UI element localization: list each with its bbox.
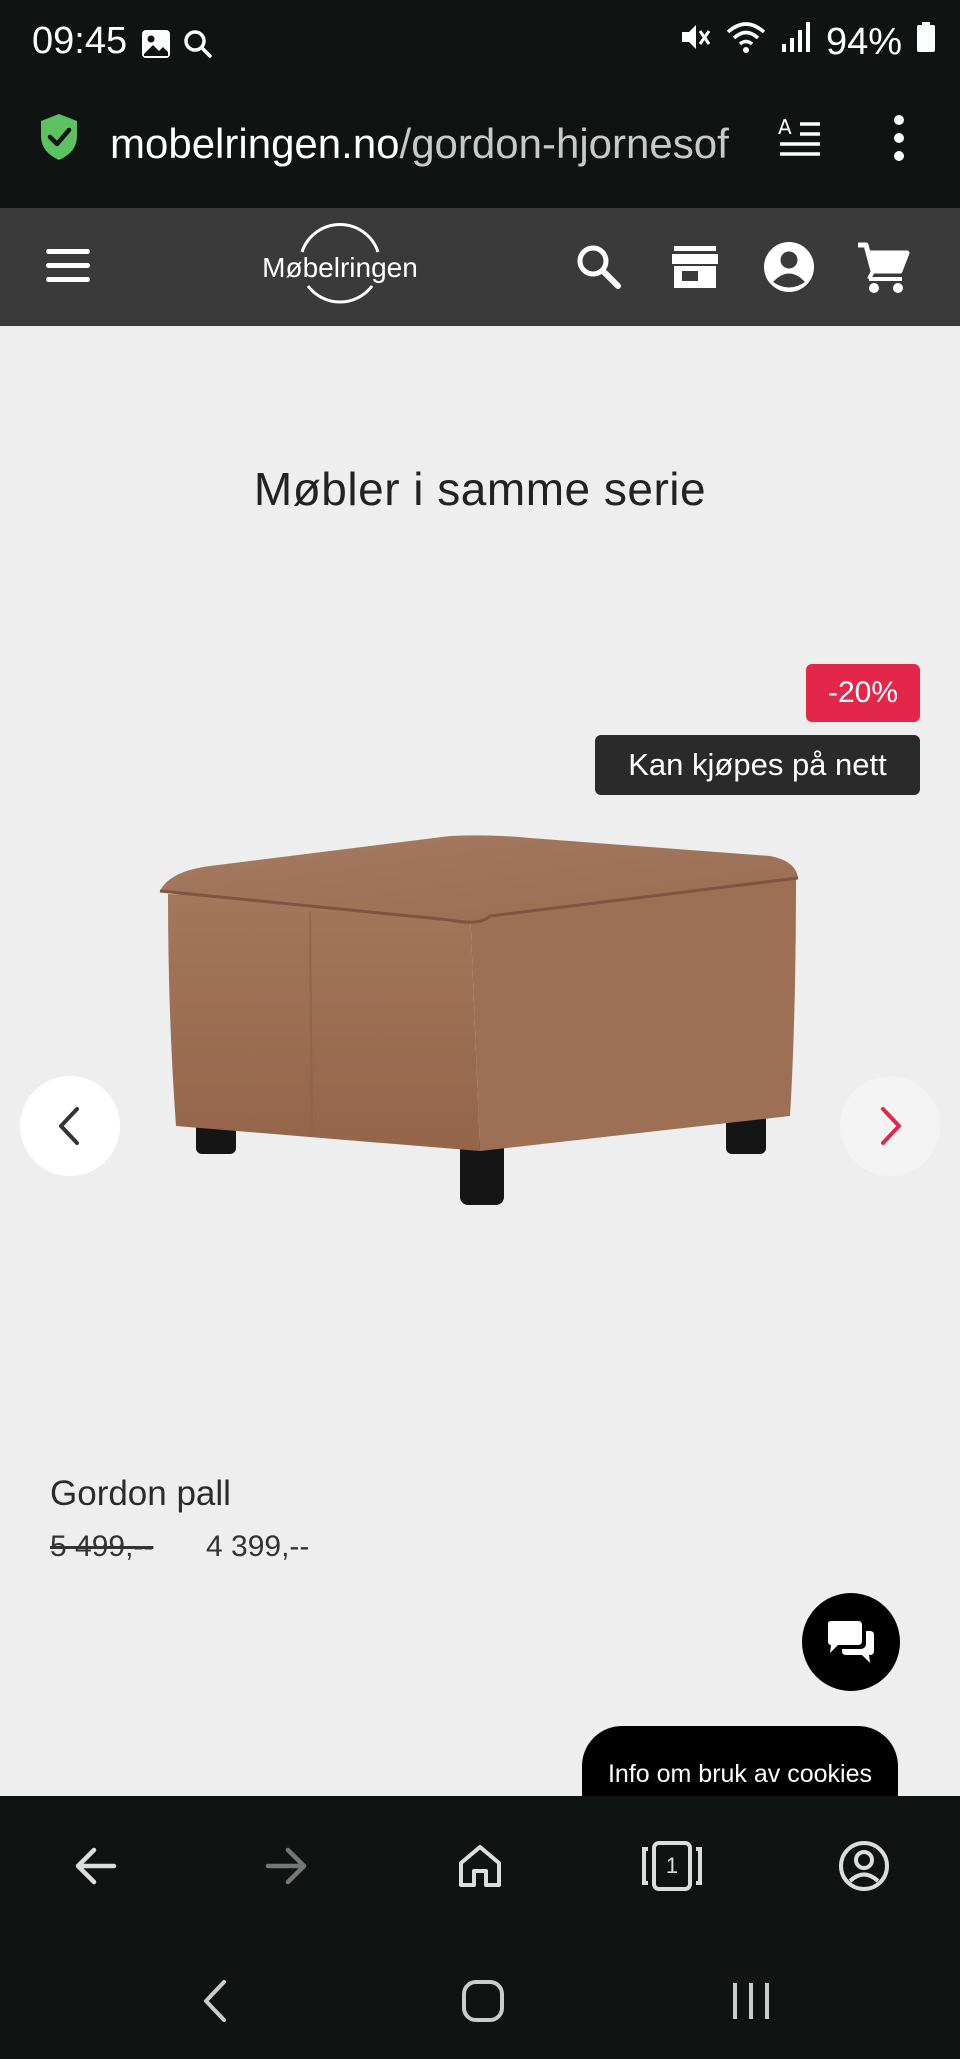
forward-arrow-icon[interactable] xyxy=(232,1816,342,1916)
screen: 09:45 94% mobelringen.no/gordon-hjorneso… xyxy=(0,0,960,2059)
url-path: /gordon-hjornesof xyxy=(399,120,729,167)
carousel-next-button[interactable] xyxy=(840,1076,940,1176)
profile-icon[interactable] xyxy=(809,1816,919,1916)
search-icon xyxy=(182,28,214,65)
product-image[interactable] xyxy=(150,816,810,1586)
wifi-icon xyxy=(726,20,766,64)
status-time: 09:45 xyxy=(32,20,128,62)
store-icon[interactable] xyxy=(670,244,720,295)
nav-home-icon[interactable] xyxy=(428,1966,538,2036)
chat-button[interactable] xyxy=(802,1593,900,1691)
gallery-icon xyxy=(140,28,172,65)
reader-mode-icon[interactable]: A xyxy=(776,114,824,167)
browser-url-bar: mobelringen.no/gordon-hjornesof A xyxy=(0,88,960,208)
tabs-icon[interactable]: 1 xyxy=(617,1816,727,1916)
site-search-icon[interactable] xyxy=(574,242,622,295)
url-host: mobelringen.no xyxy=(110,120,400,167)
browser-toolbar: 1 xyxy=(0,1796,960,1946)
mute-icon xyxy=(678,20,712,64)
svg-text:A: A xyxy=(778,115,792,139)
tab-count: 1 xyxy=(665,1853,679,1878)
old-price: 5 499,-- xyxy=(50,1530,154,1563)
back-arrow-icon[interactable] xyxy=(40,1816,150,1916)
chat-icon xyxy=(828,1621,874,1663)
battery-level: 94% xyxy=(825,20,902,63)
site-logo[interactable]: Møbelringen xyxy=(250,222,430,312)
secure-shield-icon[interactable] xyxy=(38,112,80,167)
menu-icon[interactable] xyxy=(44,246,92,291)
status-bar: 09:45 94% xyxy=(0,0,960,88)
site-header: Møbelringen xyxy=(0,208,960,326)
new-price: 4 399,-- xyxy=(206,1530,310,1563)
discount-badge: -20% xyxy=(806,664,920,722)
nav-recents-icon[interactable] xyxy=(696,1966,806,2036)
more-menu-icon[interactable] xyxy=(884,112,914,169)
nav-back-icon[interactable] xyxy=(160,1966,270,2036)
url-field[interactable]: mobelringen.no/gordon-hjornesof xyxy=(110,114,750,174)
system-navigation xyxy=(0,1946,960,2059)
product-name[interactable]: Gordon pall xyxy=(50,1474,231,1514)
online-purchase-badge: Kan kjøpes på nett xyxy=(595,735,920,795)
cart-icon[interactable] xyxy=(856,241,910,300)
battery-icon xyxy=(916,20,936,64)
logo-text: Møbelringen xyxy=(262,252,418,283)
status-right: 94% xyxy=(678,20,936,64)
chevron-left-icon xyxy=(59,1107,79,1145)
cookie-info-button[interactable]: Info om bruk av cookies xyxy=(582,1726,898,1806)
carousel-prev-button[interactable] xyxy=(20,1076,120,1176)
section-title: Møbler i samme serie xyxy=(253,463,707,515)
home-icon[interactable] xyxy=(425,1816,535,1916)
account-icon[interactable] xyxy=(763,241,815,298)
page-content: Møbler i samme serie -20% Kan kjøpes på … xyxy=(0,326,960,1806)
chevron-right-icon xyxy=(881,1107,901,1145)
signal-icon xyxy=(780,20,812,64)
